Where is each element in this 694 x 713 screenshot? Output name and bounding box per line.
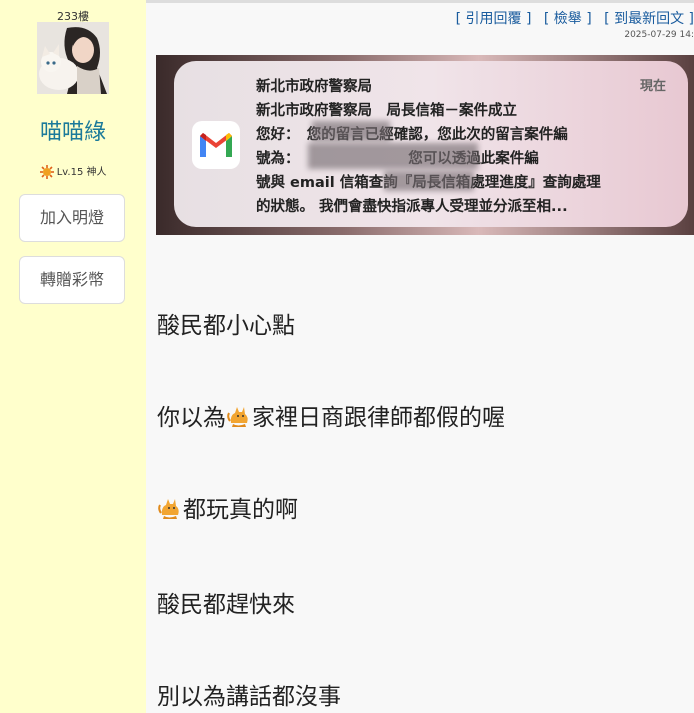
post-paragraph: 別以為講話都沒事	[157, 684, 341, 710]
post-paragraph: 你以為 家裡日商跟律師都假的喔	[157, 398, 505, 432]
divider	[146, 0, 694, 3]
latest-reply-link[interactable]: [ 到最新回文 ]	[604, 11, 694, 27]
cat-emoji-icon	[157, 495, 183, 521]
post-paragraph: 酸民都趕快來	[157, 592, 295, 618]
user-level: Lv.15 神人	[0, 163, 146, 179]
report-link[interactable]: [ 檢舉 ]	[544, 11, 592, 27]
notification-line: 您好： 您的留言已經確認，您此次的留言案件編	[256, 127, 568, 143]
notification-sender: 新北市政府警察局	[256, 79, 372, 95]
avatar[interactable]	[37, 22, 109, 94]
gift-coins-button[interactable]: 轉贈彩幣	[19, 256, 125, 304]
notification-time: 現在	[639, 79, 666, 94]
email-notification: 新北市政府警察局 新北市政府警察局 局長信箱－案件成立 您好： 您的留言已經確認…	[174, 61, 688, 227]
add-lamp-button[interactable]: 加入明燈	[19, 194, 125, 242]
post-paragraph: 都玩真的啊	[157, 490, 298, 524]
redaction	[384, 171, 474, 191]
post-actions: [ 引用回覆 ] [ 檢舉 ] [ 到最新回文 ]	[448, 8, 694, 28]
post-text: 家裡日商跟律師都假的喔	[252, 405, 505, 431]
username[interactable]: 喵喵綠	[0, 114, 146, 146]
level-text: Lv.15 神人	[56, 167, 107, 178]
redaction	[312, 121, 390, 141]
level-badge-icon	[39, 165, 54, 179]
attached-screenshot[interactable]: 新北市政府警察局 新北市政府警察局 局長信箱－案件成立 您好： 您的留言已經確認…	[156, 55, 694, 235]
notification-line: 的狀態。 我們會盡快指派專人受理並分派至相...	[256, 199, 568, 215]
post-timestamp: 2025-07-29 14:	[624, 30, 694, 40]
user-sidebar: 233樓 喵喵綠 Lv.15 神人 加入明燈 轉贈彩幣	[0, 0, 146, 713]
notification-subject: 新北市政府警察局 局長信箱－案件成立	[256, 103, 517, 119]
post-text: 你以為	[157, 405, 226, 431]
quote-reply-link[interactable]: [ 引用回覆 ]	[456, 11, 532, 27]
redaction	[308, 143, 478, 169]
gmail-icon	[192, 121, 240, 169]
cat-emoji-icon	[226, 403, 252, 429]
post-paragraph: 酸民都小心點	[157, 313, 295, 339]
post-text: 都玩真的啊	[183, 497, 298, 523]
